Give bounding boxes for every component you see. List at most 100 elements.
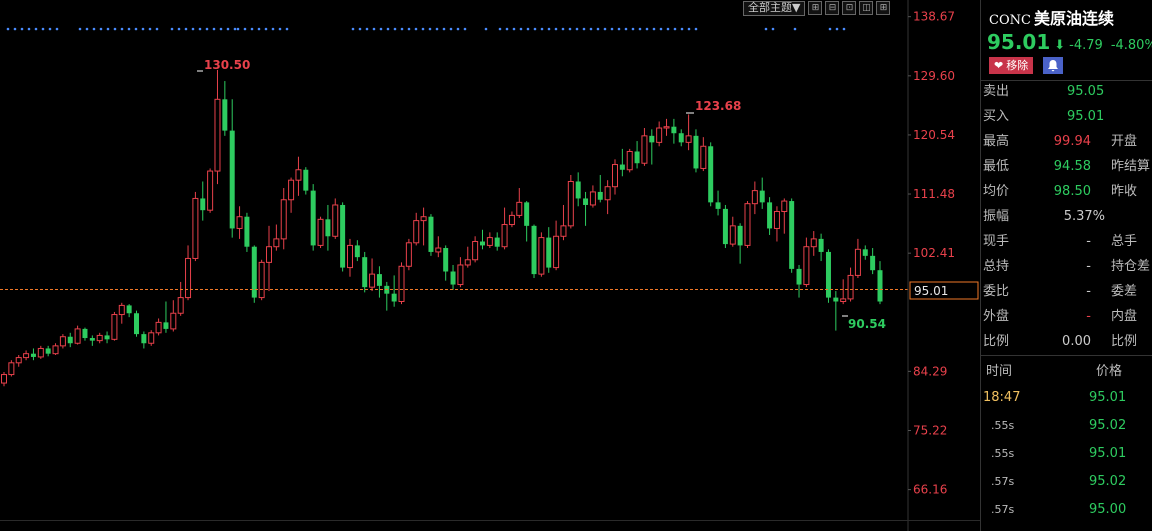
tick-time: .57s [991, 503, 1015, 516]
candle-body [111, 314, 118, 340]
event-dot [177, 27, 181, 31]
event-dot [533, 27, 537, 31]
candle [59, 334, 66, 349]
y-tick-label: 129.60 [913, 69, 955, 83]
grid-view-icon[interactable]: ⊞ [808, 1, 823, 15]
candle [854, 238, 861, 279]
candle-body [325, 219, 331, 237]
stat-row: 买入 95.01 [981, 104, 1152, 129]
chart-area[interactable]: 138.67 129.60 120.54 111.48 102.41 84.29 75.22… [0, 0, 980, 531]
stat-row: 均价 98.50 昨收 [981, 179, 1152, 204]
candle [67, 332, 73, 348]
candle-body [553, 235, 560, 269]
candle-body [538, 237, 545, 275]
candle-body [280, 199, 287, 240]
candle [23, 350, 30, 361]
candlestick-chart[interactable]: 138.67 129.60 120.54 111.48 102.41 84.29 75.22… [0, 0, 980, 531]
event-dot [13, 27, 17, 31]
event-dot [540, 27, 544, 31]
theme-select[interactable]: 全部主题▼ [743, 0, 806, 16]
event-dot [554, 27, 558, 31]
price-change: -4.79 [1069, 38, 1103, 53]
candle [744, 201, 751, 249]
event-dot [512, 27, 516, 31]
candle-body [295, 169, 302, 181]
down-arrow-icon: ⬇ [1054, 38, 1066, 53]
split-view-icon[interactable]: ⊟ [825, 1, 840, 15]
event-dot [428, 27, 432, 31]
event-dot [243, 27, 247, 31]
event-dot [85, 27, 89, 31]
candle-body [722, 208, 728, 245]
event-dot [624, 27, 628, 31]
candle [678, 129, 684, 147]
candle [134, 310, 140, 337]
event-dot [842, 27, 846, 31]
event-dots [6, 27, 846, 31]
candle-body [840, 298, 847, 303]
candle-body [163, 322, 169, 329]
candle [663, 118, 670, 136]
candles [1, 69, 883, 387]
candle-body [420, 216, 427, 222]
event-dot [155, 27, 159, 31]
candle-body [472, 240, 479, 261]
stat-row: 卖出 95.05 [981, 79, 1152, 104]
candle [693, 129, 699, 173]
action-buttons: ❤ 移除 [989, 57, 1064, 74]
stat-row: 外盘 - 内盘 [981, 304, 1152, 329]
candle-body [656, 127, 663, 143]
candle-body [575, 181, 581, 199]
stat-label: 振幅 [983, 209, 1010, 224]
event-dot [435, 27, 439, 31]
candle [170, 300, 177, 332]
multi-window-icon[interactable]: ⊞ [876, 1, 891, 15]
stat-label: 买入 [983, 109, 1010, 124]
current-price-marker: 95.01 [909, 281, 979, 300]
stat-row: 振幅 5.37% [981, 204, 1152, 229]
candle-body [737, 225, 743, 246]
candle-body [82, 328, 88, 339]
candle [486, 232, 493, 249]
event-dot [498, 27, 502, 31]
remove-button[interactable]: ❤ 移除 [989, 57, 1034, 74]
candle-body [214, 98, 221, 172]
event-dot [191, 27, 195, 31]
event-dot [666, 27, 670, 31]
stat-value: 95.05 [1067, 84, 1105, 99]
event-dot [414, 27, 418, 31]
candle [74, 325, 81, 345]
candle [177, 281, 184, 316]
candle-body [244, 216, 250, 247]
stat-label-secondary: 比例 [1111, 334, 1138, 349]
candle [104, 331, 110, 344]
candle-body [744, 203, 751, 246]
tick-time: .55s [991, 419, 1015, 432]
stat-label-secondary: 昨收 [1111, 184, 1138, 199]
stat-row: 最低 94.58 昨结算 [981, 154, 1152, 179]
candle [450, 264, 456, 290]
candle-body [693, 135, 699, 169]
candle-body [170, 312, 177, 330]
candle [516, 188, 523, 219]
candle-body [126, 305, 132, 314]
candle [340, 202, 346, 272]
stat-label-secondary: 内盘 [1111, 309, 1138, 324]
candle [847, 267, 854, 302]
alert-button[interactable] [1043, 57, 1064, 74]
candle [538, 232, 545, 277]
event-dot [484, 27, 488, 31]
candle [111, 311, 118, 341]
candle [862, 245, 868, 260]
candle-body [486, 237, 493, 246]
candle-body [708, 146, 714, 203]
tick-price: 95.01 [1089, 446, 1127, 461]
candle [767, 197, 773, 235]
event-dot [34, 27, 38, 31]
window-icon[interactable]: ◫ [859, 1, 874, 15]
event-dot [78, 27, 82, 31]
layout-icon[interactable]: ⊡ [842, 1, 857, 15]
candle [700, 137, 707, 172]
candle [781, 198, 788, 234]
candle [258, 259, 265, 301]
